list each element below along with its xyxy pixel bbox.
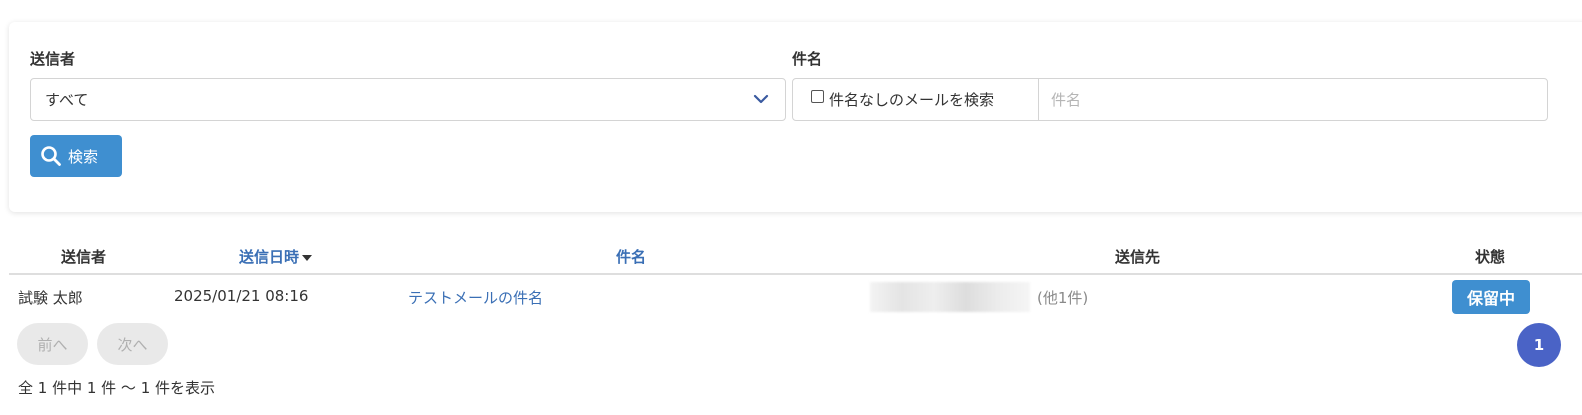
results-summary: 全 1 件中 1 件 〜 1 件を表示 [18,379,216,397]
row-sender: 試験 太郎 [18,289,83,307]
column-header-status: 状態 [1475,248,1506,266]
no-subject-checkbox-label[interactable]: 件名なしのメールを検索 [793,79,1039,120]
row-subject-link[interactable]: テストメールの件名 [408,287,543,308]
sender-select[interactable]: すべて [30,78,786,121]
sender-filter-label: 送信者 [30,50,76,68]
chevron-down-icon [753,94,769,104]
column-header-recipient: 送信先 [1115,248,1161,266]
row-sent-at: 2025/01/21 08:16 [174,287,309,305]
status-badge[interactable]: 保留中 [1452,280,1530,314]
column-header-sender: 送信者 [61,248,107,266]
sender-select-value: すべて [45,91,89,109]
row-recipient-extra: (他1件) [1037,289,1089,307]
column-header-sent-at-label: 送信日時 [239,248,300,266]
search-icon [41,146,61,166]
column-header-sent-at[interactable]: 送信日時 [239,246,313,267]
no-subject-checkbox[interactable] [811,90,824,103]
recipient-redacted [870,282,1030,312]
search-button-label: 検索 [68,147,99,166]
sort-desc-icon [302,254,313,261]
search-button[interactable]: 検索 [30,135,122,177]
subject-input[interactable] [1039,79,1547,120]
subject-filter-label: 件名 [792,50,823,68]
next-page-button[interactable]: 次へ [97,323,168,365]
no-subject-text: 件名なしのメールを検索 [829,91,995,109]
subject-filter-group: 件名なしのメールを検索 [792,78,1548,121]
prev-page-button[interactable]: 前へ [17,323,88,365]
column-header-subject[interactable]: 件名 [616,246,646,267]
table-header-divider [9,273,1582,275]
page-number-current[interactable]: 1 [1517,323,1561,367]
search-panel: 送信者 すべて 件名 件名なしのメールを検索 検索 [9,22,1582,212]
